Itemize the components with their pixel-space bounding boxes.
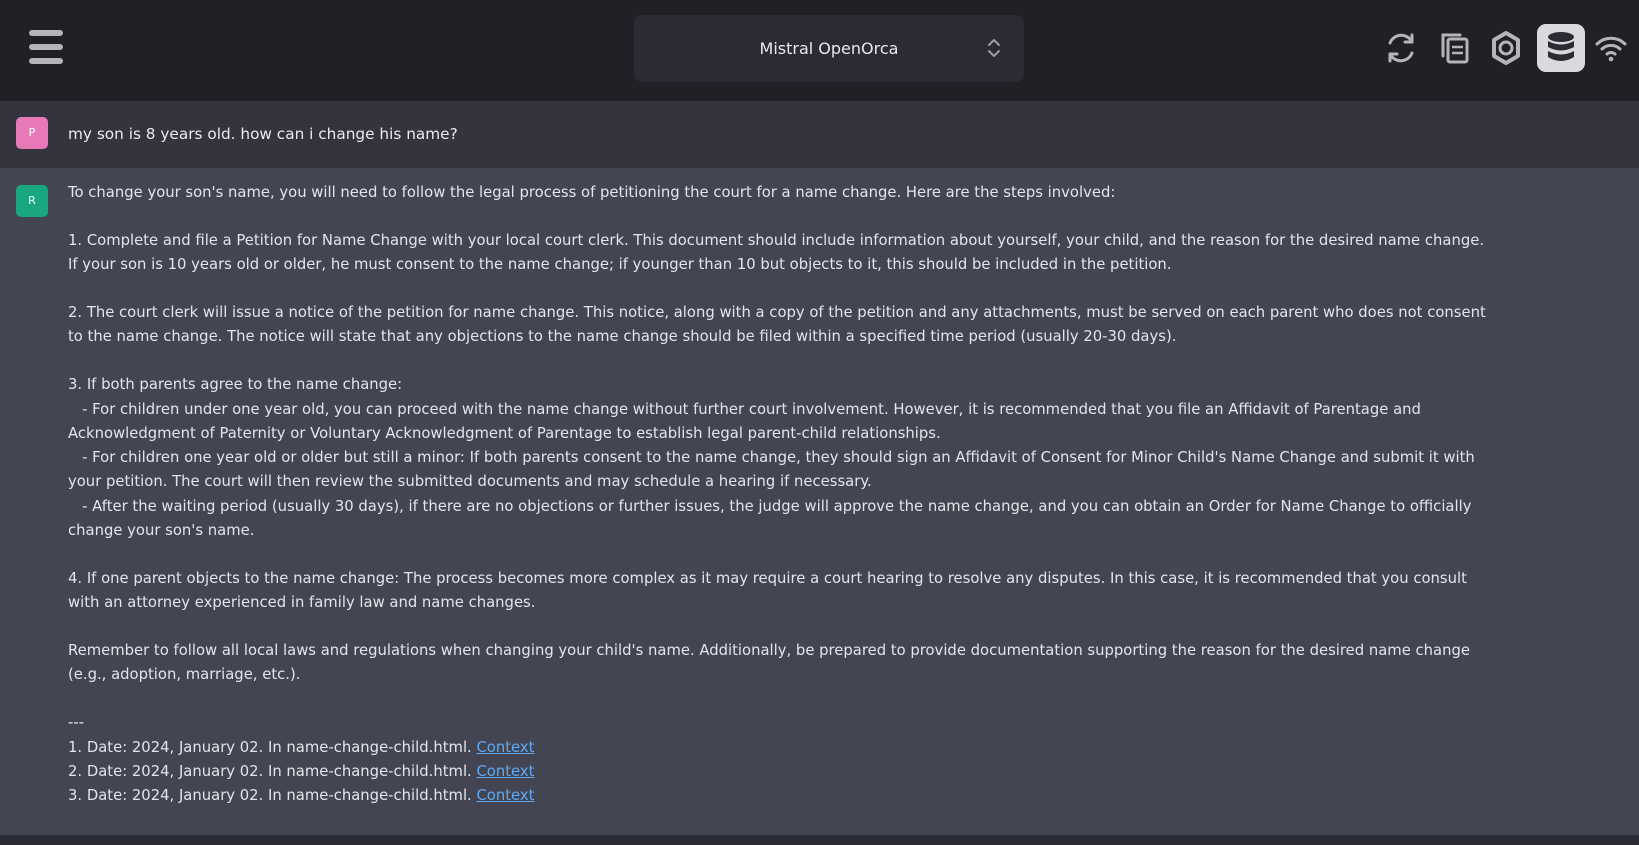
- sources-separator: ---: [68, 714, 85, 732]
- chat-app: Mistral OpenOrca P my son is 8 years old…: [0, 0, 1639, 845]
- network-icon[interactable]: [1594, 33, 1628, 63]
- prompt-avatar: P: [16, 117, 48, 149]
- response-line: 4. If one parent objects to the name cha…: [68, 569, 1467, 587]
- context-link[interactable]: Context: [476, 787, 534, 804]
- response-line: change your son's name.: [68, 522, 255, 540]
- settings-icon[interactable]: [1488, 30, 1524, 66]
- context-link[interactable]: Context: [476, 763, 534, 780]
- prompt-message: P my son is 8 years old. how can i chang…: [0, 101, 1639, 168]
- source-item: 1. Date: 2024, January 02. In name-chang…: [68, 736, 1618, 760]
- response-avatar: R: [16, 185, 48, 217]
- source-item: 2. Date: 2024, January 02. In name-chang…: [68, 760, 1618, 784]
- source-text: 1. Date: 2024, January 02. In name-chang…: [68, 738, 477, 756]
- response-line: If your son is 10 years old or older, he…: [68, 256, 1172, 274]
- response-line: Remember to follow all local laws and re…: [68, 642, 1470, 660]
- bottom-strip: [0, 835, 1639, 845]
- database-glyph-icon: [1548, 32, 1574, 61]
- response-line: 1. Complete and file a Petition for Name…: [68, 231, 1485, 249]
- response-line: to the name change. The notice will stat…: [68, 328, 1177, 346]
- response-body: To change your son's name, you will need…: [68, 181, 1618, 809]
- response-intro: To change your son's name, you will need…: [68, 184, 1116, 201]
- source-text: 3. Date: 2024, January 02. In name-chang…: [68, 787, 477, 805]
- response-line: with an attorney experienced in family l…: [68, 594, 536, 612]
- copy-icon[interactable]: [1437, 30, 1473, 66]
- chevron-up-down-icon: [988, 39, 1000, 57]
- menu-icon[interactable]: [29, 28, 63, 66]
- response-line: - For children one year old or older but…: [68, 449, 1475, 467]
- response-line: (e.g., adoption, marriage, etc.).: [68, 666, 301, 684]
- prompt-text: my son is 8 years old. how can i change …: [68, 125, 458, 143]
- model-select-value: Mistral OpenOrca: [759, 39, 899, 58]
- context-link[interactable]: Context: [476, 739, 534, 756]
- localdocs-database-icon[interactable]: [1537, 24, 1585, 72]
- response-line: your petition. The court will then revie…: [68, 473, 872, 491]
- response-message: R To change your son's name, you will ne…: [0, 168, 1639, 835]
- response-line: - For children under one year old, you c…: [68, 400, 1421, 418]
- response-line: 3. If both parents agree to the name cha…: [68, 376, 403, 394]
- source-item: 3. Date: 2024, January 02. In name-chang…: [68, 784, 1618, 808]
- model-select[interactable]: Mistral OpenOrca: [634, 15, 1024, 82]
- response-line: Acknowledgment of Paternity or Voluntary…: [68, 424, 941, 442]
- reset-context-icon[interactable]: [1383, 30, 1419, 66]
- response-line: 2. The court clerk will issue a notice o…: [68, 304, 1486, 322]
- source-text: 2. Date: 2024, January 02. In name-chang…: [68, 762, 477, 780]
- response-line: - After the waiting period (usually 30 d…: [68, 497, 1472, 515]
- top-bar: Mistral OpenOrca: [0, 0, 1639, 101]
